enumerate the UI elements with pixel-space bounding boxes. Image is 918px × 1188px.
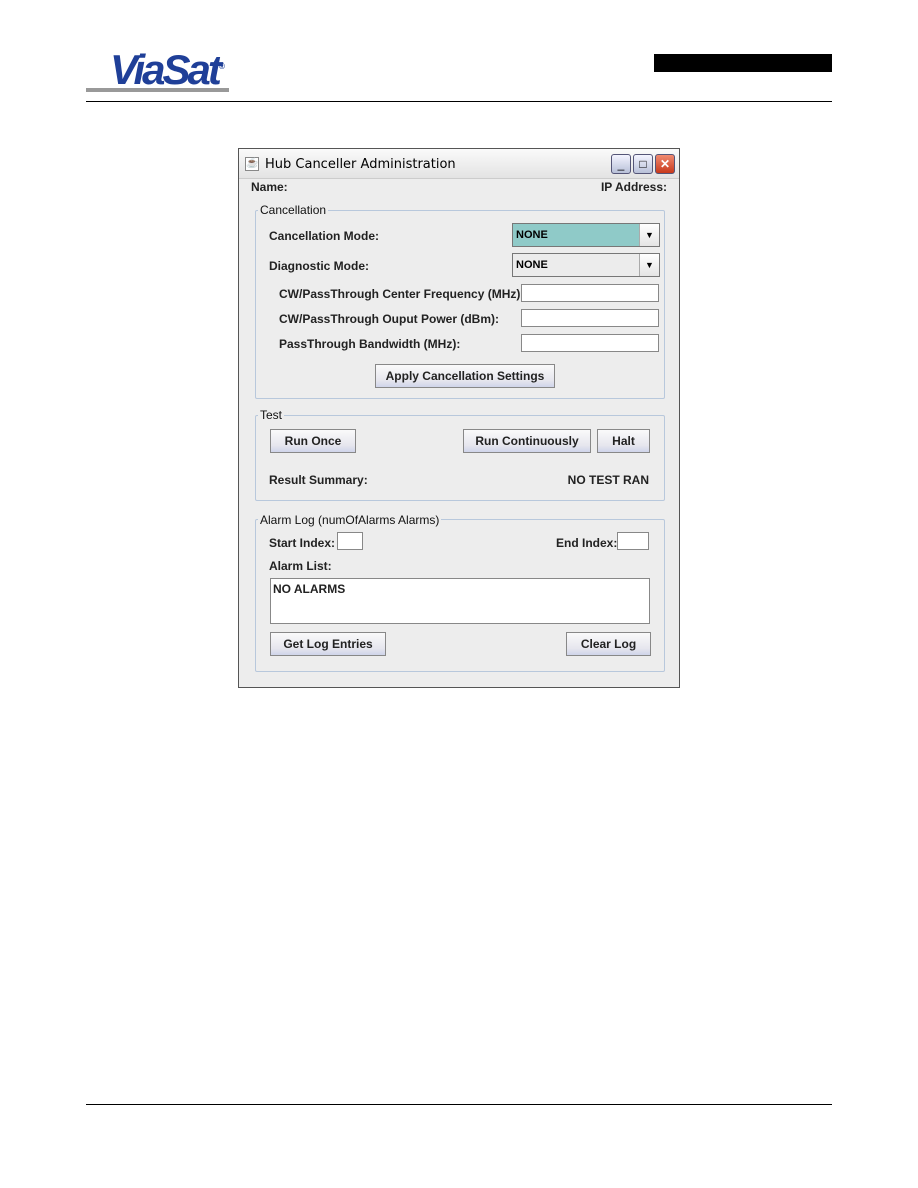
window-title: Hub Canceller Administration [265,157,456,172]
cancellation-legend: Cancellation [258,203,329,217]
end-index-input[interactable] [617,532,649,550]
maximize-button[interactable]: □ [633,154,653,174]
end-index-label: End Index: [556,536,618,550]
output-power-input[interactable] [521,309,659,327]
get-log-entries-button[interactable]: Get Log Entries [270,632,386,656]
name-label: Name: [251,180,288,194]
halt-button[interactable]: Halt [597,429,650,453]
cancellation-mode-select[interactable]: NONE ▼ [512,223,660,247]
clear-log-button[interactable]: Clear Log [566,632,651,656]
result-summary-label: Result Summary: [269,473,368,487]
cancellation-mode-label: Cancellation Mode: [269,229,380,243]
alarm-log-legend: Alarm Log (numOfAlarms Alarms) [258,513,442,527]
logo-mark: ® [218,62,225,71]
center-frequency-input[interactable] [521,284,659,302]
title-bar[interactable]: ☕ Hub Canceller Administration _ □ ✕ [239,149,679,179]
run-continuously-button[interactable]: Run Continuously [463,429,591,453]
diagnostic-mode-select[interactable]: NONE ▼ [512,253,660,277]
start-index-input[interactable] [337,532,363,550]
chevron-down-icon[interactable]: ▼ [639,254,659,276]
test-group [255,415,665,501]
diagnostic-mode-value: NONE [516,259,548,271]
result-summary-value: NO TEST RAN [567,473,649,487]
cancellation-mode-value: NONE [516,229,548,241]
test-legend: Test [258,408,285,422]
header-rule [86,101,832,102]
diagnostic-mode-label: Diagnostic Mode: [269,259,370,273]
header-black-bar [654,54,832,72]
footer-rule [86,1104,832,1105]
chevron-down-icon[interactable]: ▼ [639,224,659,246]
apply-cancellation-settings-button[interactable]: Apply Cancellation Settings [375,364,555,388]
start-index-label: Start Index: [269,536,336,550]
alarm-list-label: Alarm List: [269,559,332,573]
logo-underline [86,88,229,92]
java-cup-icon: ☕ [245,157,259,171]
app-window: ☕ Hub Canceller Administration _ □ ✕ Nam… [238,148,680,688]
bandwidth-input[interactable] [521,334,659,352]
output-power-label: CW/PassThrough Ouput Power (dBm): [279,312,499,326]
bandwidth-label: PassThrough Bandwidth (MHz): [279,337,461,351]
ip-address-label: IP Address: [600,180,667,194]
minimize-button[interactable]: _ [611,154,631,174]
center-frequency-label: CW/PassThrough Center Frequency (MHz): [279,287,525,301]
viasat-logo: ViaSat® [110,46,225,94]
run-once-button[interactable]: Run Once [270,429,356,453]
alarm-list[interactable]: NO ALARMS [270,578,650,624]
logo-text: ViaSat [110,46,222,93]
close-button[interactable]: ✕ [655,154,675,174]
